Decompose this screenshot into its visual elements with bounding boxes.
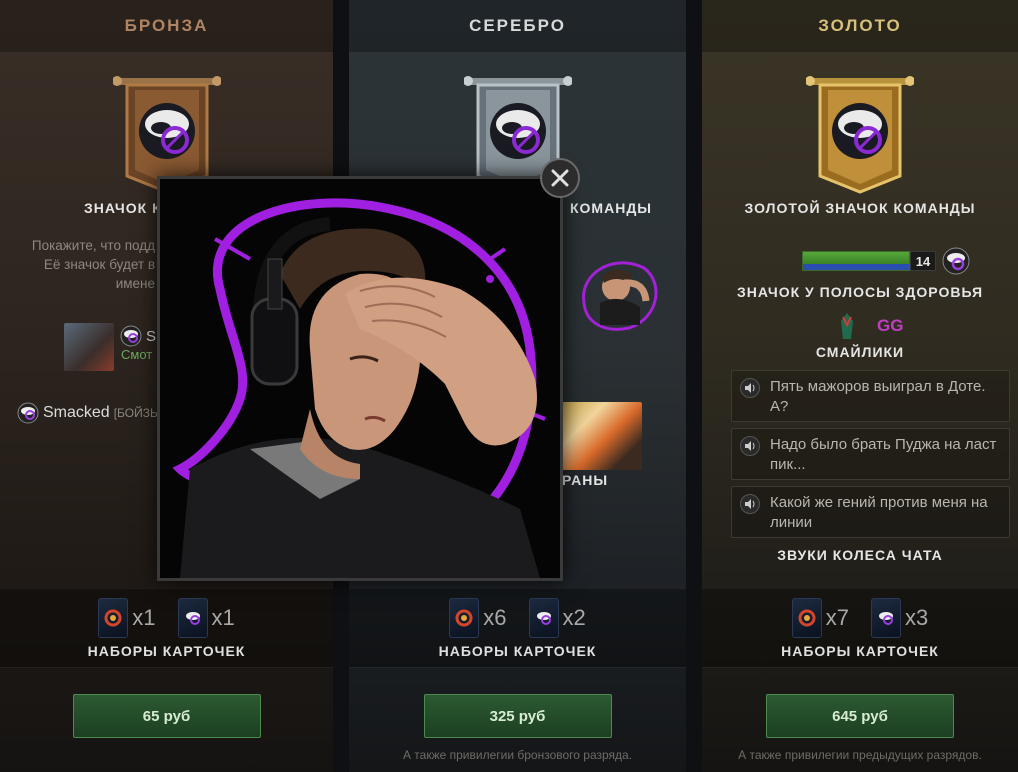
buy-button-gold[interactable]: 645 руб	[766, 694, 954, 738]
tier-column-gold: ЗОЛОТО ЗОЛОТОЙ ЗНАЧОК КОМАНДЫ 14 ЗНАЧОК …	[702, 0, 1018, 772]
card-pack-count: x6	[483, 605, 507, 630]
card-pack-b: x3	[871, 598, 928, 638]
badger-logo-icon	[942, 247, 970, 275]
chat-wheel-lines: Пять мажоров выиграл в Доте. А? Надо был…	[731, 370, 1010, 544]
card-pack-team-icon	[449, 598, 480, 638]
card-pack-b: x1	[177, 598, 235, 638]
hero-avatar	[64, 323, 114, 371]
buy-button-silver[interactable]: 325 руб	[423, 694, 612, 738]
close-icon[interactable]	[551, 169, 569, 187]
buy-button-bronze[interactable]: 65 руб	[72, 694, 261, 738]
card-pack-count: x2	[562, 605, 586, 630]
ranks-label: РАНЫ	[562, 472, 609, 488]
watch-label: Смот	[121, 347, 153, 362]
card-packs: x6 x2	[349, 598, 686, 638]
tier-footnote: А также привилегии бронзового разряда.	[402, 748, 633, 762]
chat-line-text: Какой же гений против меня на линии	[770, 494, 988, 531]
card-pack-player-icon	[528, 598, 559, 638]
tier-header-bronze: БРОНЗА	[0, 0, 333, 52]
hp-badge-label: ЗНАЧОК У ПОЛОСЫ ЗДОРОВЬЯ	[736, 284, 984, 300]
emoticons: GG	[837, 311, 903, 341]
emoticon-icon	[841, 313, 853, 339]
tier-header-gold: ЗОЛОТО	[702, 0, 1018, 52]
badge-title-gold: ЗОЛОТОЙ ЗНАЧОК КОМАНДЫ	[744, 200, 976, 216]
player-name: Smacked	[43, 404, 110, 421]
tier-header-silver: СЕРЕБРО	[349, 0, 686, 52]
chat-line-item[interactable]: Пять мажоров выиграл в Доте. А?	[731, 370, 1010, 422]
tier-footnote: А также привилегии предыдущих разрядов.	[738, 748, 982, 762]
card-pack-player-icon	[177, 598, 208, 638]
card-pack-b: x2	[528, 598, 586, 638]
team-banner-icon	[805, 76, 915, 194]
speaker-icon[interactable]	[740, 436, 760, 456]
loading-screen-art	[562, 402, 642, 470]
health-bar-preview: 14	[802, 247, 970, 275]
chat-line-text: Надо было брать Пуджа на ласт пик...	[770, 436, 997, 473]
health-bar	[802, 251, 910, 271]
card-pack-a: x7	[791, 598, 849, 638]
chat-wheel-label: ЗВУКИ КОЛЕСА ЧАТА	[777, 547, 943, 563]
card-pack-count: x1	[132, 605, 156, 630]
chat-line-item[interactable]: Надо было брать Пуджа на ласт пик...	[731, 428, 1010, 480]
packs-label: НАБОРЫ КАРТОЧЕК	[438, 643, 597, 659]
card-pack-count: x7	[825, 605, 849, 630]
player-emote-icon	[582, 261, 658, 331]
card-pack-team-icon	[98, 598, 129, 638]
hero-level: 14	[910, 251, 936, 271]
card-pack-a: x6	[449, 598, 507, 638]
close-button[interactable]	[540, 158, 580, 198]
card-pack-player-icon	[871, 598, 901, 638]
card-packs: x1 x1	[0, 598, 333, 638]
player-row: Smacked [БОЙЗЬ	[17, 402, 158, 424]
chat-line-text: Пять мажоров выиграл в Доте. А?	[770, 378, 986, 415]
card-pack-count: x1	[211, 605, 235, 630]
speaker-icon[interactable]	[740, 378, 760, 398]
player-team-tag: [БОЙЗЬ	[113, 406, 158, 420]
packs-label: НАБОРЫ КАРТОЧЕК	[87, 643, 246, 659]
badger-logo-icon	[120, 325, 142, 347]
speaker-icon[interactable]	[740, 494, 760, 514]
card-pack-team-icon	[791, 598, 822, 638]
chat-line-item[interactable]: Какой же гений против меня на линии	[731, 486, 1010, 538]
badger-logo-icon	[17, 402, 39, 424]
card-packs: x7 x3	[702, 598, 1018, 638]
packs-label: НАБОРЫ КАРТОЧЕК	[781, 643, 939, 659]
card-pack-a: x1	[98, 598, 156, 638]
gg-emoticon: GG	[877, 316, 904, 335]
card-pack-count: x3	[905, 605, 929, 630]
emote-preview-popup	[157, 176, 563, 581]
emoticons-label: СМАЙЛИКИ	[815, 344, 905, 360]
player-emote-preview	[160, 179, 560, 578]
